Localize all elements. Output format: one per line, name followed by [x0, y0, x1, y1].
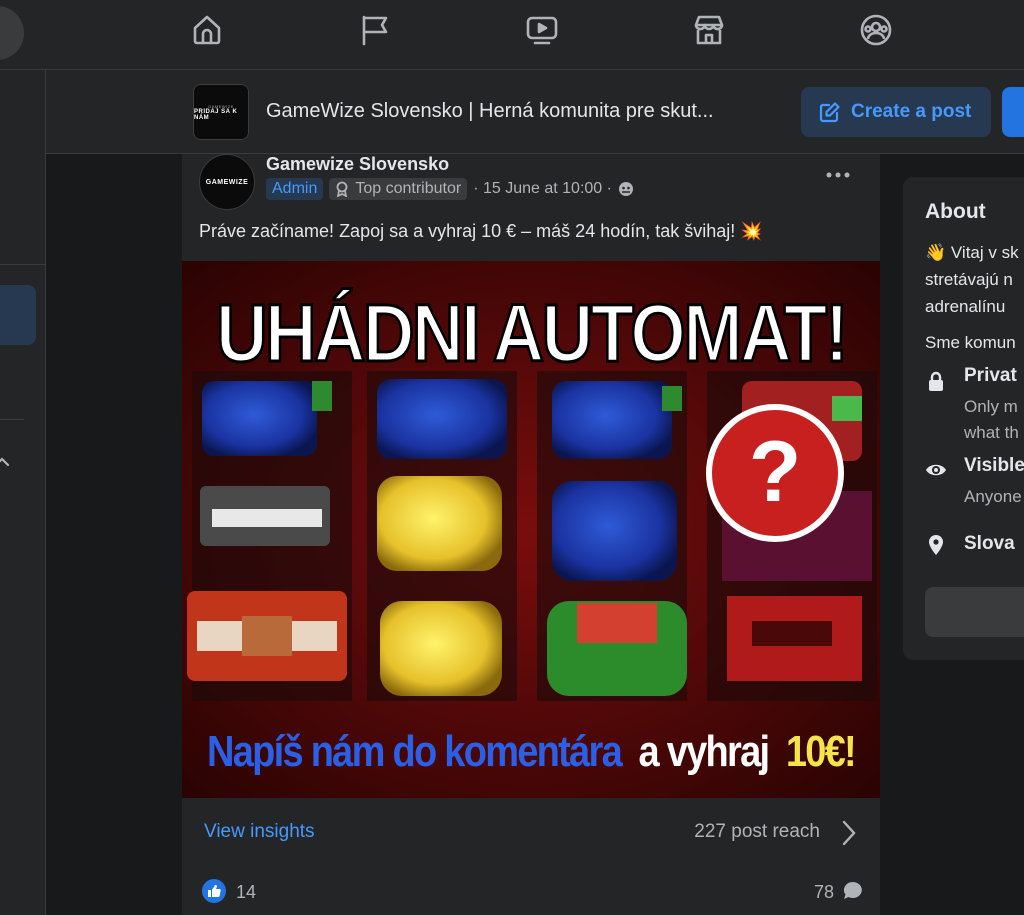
- eye-icon: [926, 464, 946, 476]
- create-post-button[interactable]: Create a post: [801, 87, 991, 137]
- create-post-label: Create a post: [851, 101, 972, 122]
- flag-icon[interactable]: [358, 13, 392, 47]
- comment-count[interactable]: 78: [814, 882, 834, 903]
- reactions-row: 14 78: [182, 868, 880, 915]
- private-description: Only m: [964, 397, 1018, 416]
- group-avatar[interactable]: GAMEWIZE PRIDAJ SA K NÁM: [193, 84, 249, 140]
- author-avatar[interactable]: GAMEWIZE: [199, 154, 255, 210]
- video-icon[interactable]: [525, 13, 559, 47]
- private-description: what th: [964, 423, 1019, 442]
- group-avatar-line2: PRIDAJ SA K NÁM: [194, 108, 238, 121]
- chevron-up-icon[interactable]: [0, 454, 10, 470]
- insights-row[interactable]: View insights 227 post reach: [182, 798, 880, 868]
- caption-white: a vyhraj: [638, 727, 768, 776]
- post-card: GAMEWIZE Gamewize Slovensko Admin Top co…: [182, 154, 880, 915]
- like-reaction-icon[interactable]: [202, 879, 226, 903]
- post-text: Práve začíname! Zapoj sa a vyhraj 10 € –…: [199, 221, 763, 241]
- home-icon[interactable]: [190, 13, 224, 47]
- private-title: Privat: [964, 365, 1017, 386]
- thumbs-up-icon: [208, 884, 221, 898]
- like-count[interactable]: 14: [236, 882, 256, 903]
- post-meta: Admin Top contributor · 15 June at 10:00…: [266, 178, 634, 200]
- post-image[interactable]: UHÁDNI AUTOMAT! ? Napíš nám do komentára…: [182, 261, 880, 798]
- visible-title: Visible: [964, 455, 1024, 476]
- location-pin-icon: [929, 535, 943, 555]
- invite-button[interactable]: [1002, 87, 1024, 137]
- sidebar-divider: [0, 264, 46, 265]
- learn-more-button[interactable]: [925, 587, 1024, 637]
- left-sidebar: [0, 70, 46, 915]
- about-description-line: adrenalínu: [925, 297, 1006, 316]
- image-headline: UHÁDNI AUTOMAT!: [216, 288, 846, 379]
- visible-description: Anyone: [964, 487, 1022, 506]
- groups-icon[interactable]: [859, 13, 893, 47]
- sidebar-selected-item[interactable]: [0, 285, 36, 345]
- post-reach: 227 post reach: [694, 821, 820, 842]
- top-navigation: [0, 0, 1024, 70]
- lock-icon: [929, 371, 943, 391]
- top-contributor-label: Top contributor: [355, 180, 462, 197]
- sidebar-divider: [0, 419, 24, 420]
- group-header: GAMEWIZE PRIDAJ SA K NÁM GameWize Sloven…: [46, 70, 1024, 154]
- about-description-line: 👋 Vitaj v sk: [925, 243, 1019, 262]
- group-privacy-icon: [618, 182, 633, 196]
- group-title[interactable]: GameWize Slovensko | Herná komunita pre …: [266, 100, 714, 123]
- comment-icon[interactable]: [842, 880, 864, 902]
- chevron-right-icon[interactable]: [840, 819, 858, 847]
- caption-blue: Napíš nám do komentára: [207, 727, 623, 776]
- menu-circle-button[interactable]: [0, 6, 24, 60]
- about-panel: About 👋 Vitaj v sk stretávajú n adrenalí…: [903, 177, 1024, 660]
- post-timestamp[interactable]: · 15 June at 10:00 ·: [473, 180, 612, 198]
- location-title: Slova: [964, 533, 1015, 554]
- edit-icon: [819, 102, 840, 123]
- award-icon: [336, 181, 348, 197]
- top-contributor-badge: Top contributor: [329, 178, 468, 200]
- image-caption: Napíš nám do komentára a vyhraj 10€!: [207, 727, 855, 776]
- more-options-icon[interactable]: [824, 167, 852, 183]
- author-name[interactable]: Gamewize Slovensko: [266, 154, 449, 175]
- about-description-line: Sme komun: [925, 333, 1016, 352]
- question-mark: ?: [749, 424, 802, 520]
- view-insights-link[interactable]: View insights: [204, 821, 315, 843]
- author-avatar-text: GAMEWIZE: [205, 178, 249, 186]
- admin-badge: Admin: [266, 178, 324, 200]
- slot-machine-image: UHÁDNI AUTOMAT! ? Napíš nám do komentára…: [182, 261, 880, 798]
- caption-yellow: 10€!: [786, 727, 855, 776]
- marketplace-icon[interactable]: [692, 13, 726, 47]
- about-title: About: [925, 200, 986, 223]
- about-description-line: stretávajú n: [925, 270, 1013, 289]
